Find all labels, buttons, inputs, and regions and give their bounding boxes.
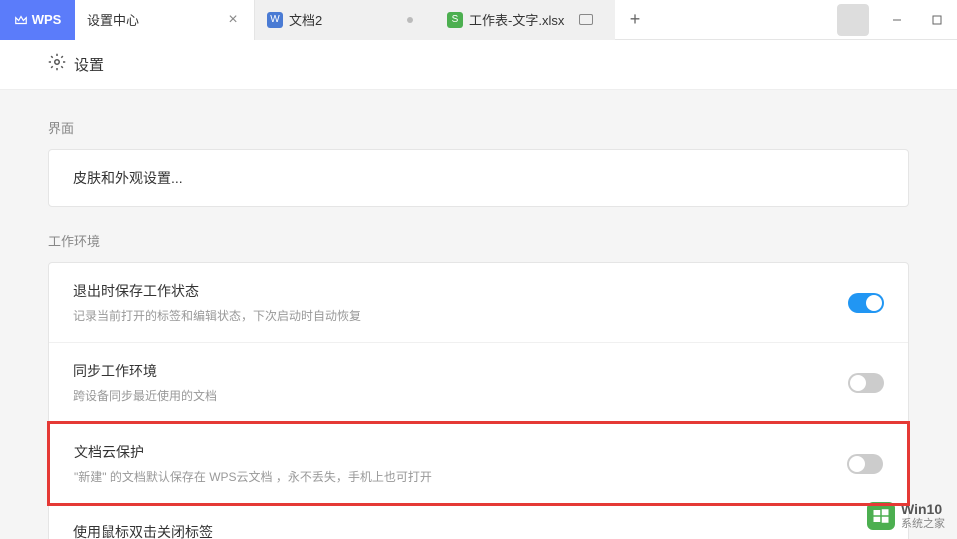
content-header: 设置: [0, 40, 957, 90]
sync-work-env-row: 同步工作环境 跨设备同步最近使用的文档: [49, 343, 908, 423]
section-title-workenv: 工作环境: [48, 231, 909, 250]
watermark-bottom: 系统之家: [901, 518, 945, 531]
page-title: 设置: [74, 54, 104, 75]
add-tab-button[interactable]: +: [615, 0, 655, 40]
tab-label: 文档2: [289, 10, 322, 29]
maximize-button[interactable]: [917, 0, 957, 40]
setting-desc: "新建" 的文档默认保存在 WPS云文档 ，永不丢失，手机上也可打开: [74, 468, 432, 485]
skin-label: 皮肤和外观设置...: [73, 168, 183, 188]
windows-logo-icon: [867, 502, 895, 530]
tab-label: 工作表-文字.xlsx: [469, 10, 564, 29]
sync-work-env-toggle[interactable]: [848, 373, 884, 393]
tab-worksheet[interactable]: S 工作表-文字.xlsx: [435, 0, 615, 40]
save-work-state-toggle[interactable]: [848, 293, 884, 313]
status-dot-icon: [407, 17, 413, 23]
gear-icon: [48, 53, 66, 76]
setting-label: 同步工作环境: [73, 361, 217, 381]
cloud-protect-row: 文档云保护 "新建" 的文档默认保存在 WPS云文档 ，永不丢失，手机上也可打开: [47, 421, 910, 506]
setting-desc: 跨设备同步最近使用的文档: [73, 387, 217, 404]
word-doc-icon: W: [267, 12, 283, 28]
close-icon[interactable]: ×: [224, 11, 242, 29]
setting-label: 退出时保存工作状态: [73, 281, 361, 301]
setting-desc: 记录当前打开的标签和编辑状态，下次启动时自动恢复: [73, 307, 361, 324]
tab-doc2[interactable]: W 文档2: [255, 0, 435, 40]
interface-card: 皮肤和外观设置...: [48, 149, 909, 207]
cloud-protect-toggle[interactable]: [847, 454, 883, 474]
setting-label: 文档云保护: [74, 442, 432, 462]
workenv-card: 退出时保存工作状态 记录当前打开的标签和编辑状态，下次启动时自动恢复 同步工作环…: [48, 262, 909, 539]
dblclick-close-tab-row: 使用鼠标双击关闭标签: [49, 504, 908, 539]
remote-display-icon: [579, 14, 593, 25]
section-title-interface: 界面: [48, 118, 909, 137]
minimize-button[interactable]: [877, 0, 917, 40]
user-avatar[interactable]: [837, 4, 869, 36]
maximize-icon: [931, 14, 943, 26]
save-work-state-row: 退出时保存工作状态 记录当前打开的标签和编辑状态，下次启动时自动恢复: [49, 263, 908, 343]
tab-label: 设置中心: [87, 10, 139, 29]
wps-logo[interactable]: WPS: [0, 0, 75, 40]
spreadsheet-icon: S: [447, 12, 463, 28]
wps-logo-text: WPS: [32, 12, 62, 27]
setting-label: 使用鼠标双击关闭标签: [73, 522, 213, 539]
wps-crown-icon: [14, 13, 28, 27]
minimize-icon: [891, 14, 903, 26]
tab-settings-center[interactable]: 设置中心 ×: [75, 0, 255, 40]
skin-appearance-row[interactable]: 皮肤和外观设置...: [49, 150, 908, 206]
